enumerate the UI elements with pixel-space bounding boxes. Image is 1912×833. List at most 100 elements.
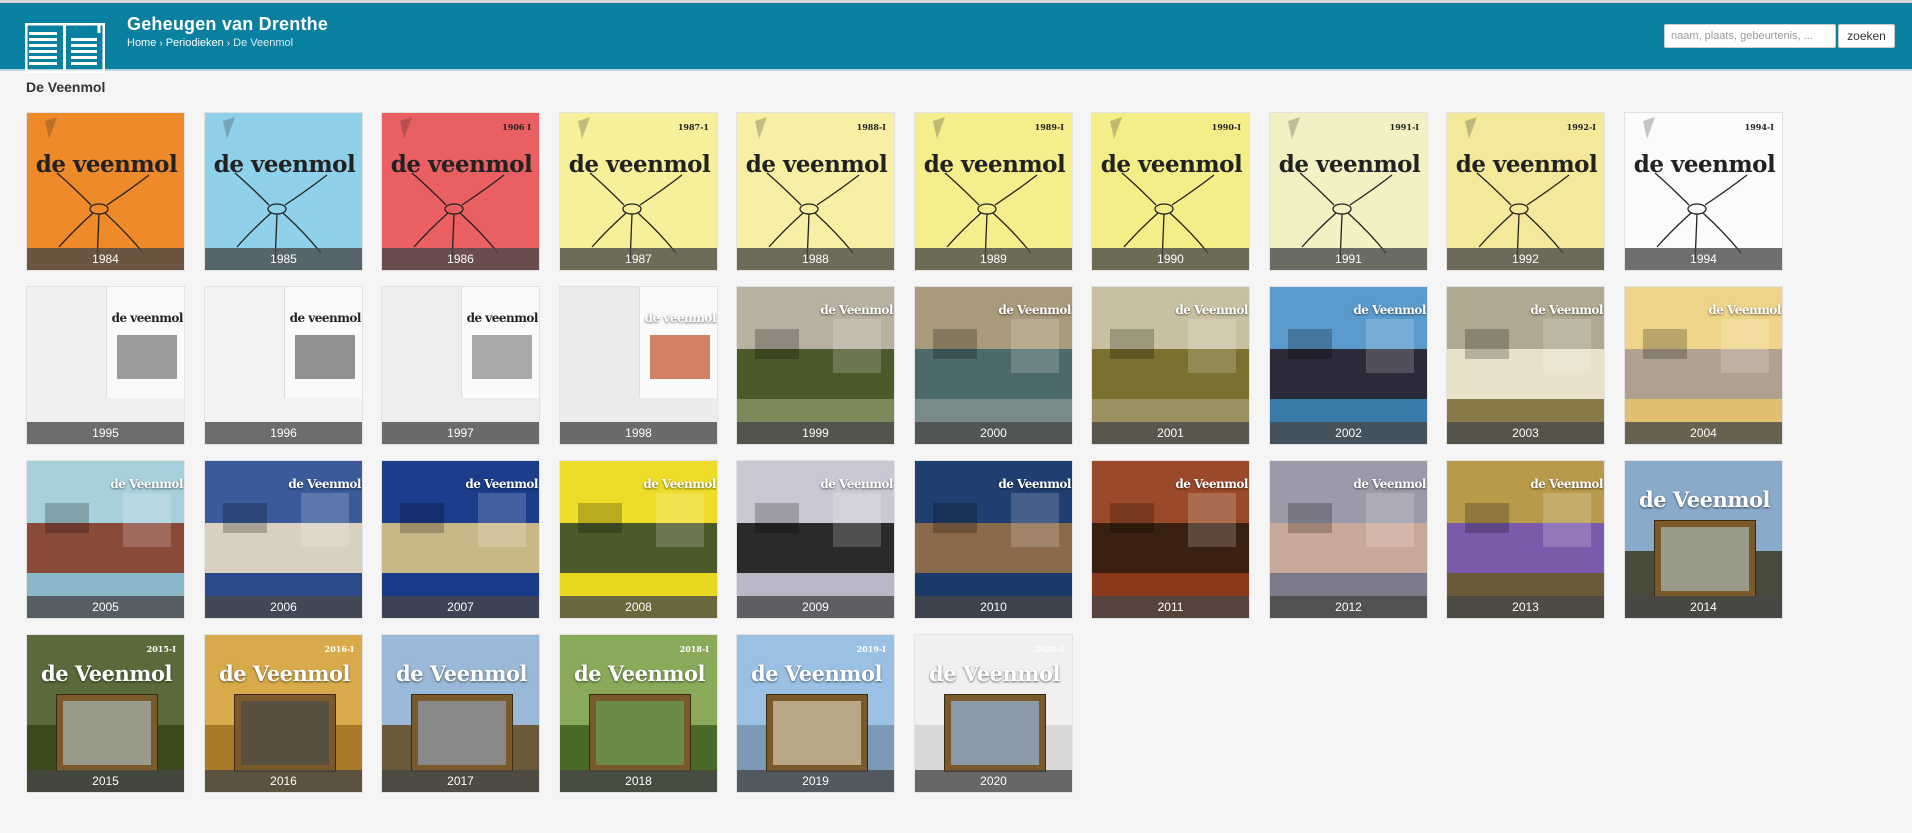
issue-tile[interactable]: de Veenmol 2018-I 2018 [559, 634, 718, 793]
issue-year-label: 1998 [560, 422, 717, 444]
cover-issue-number: 2015-I [146, 644, 176, 654]
periodical-logo-icon[interactable] [25, 23, 105, 73]
issue-tile[interactable]: de Veenmol 2016-I 2016 [204, 634, 363, 793]
cover-title: de veenmol [644, 311, 717, 325]
cover-image [27, 635, 184, 792]
issue-year-label: 1999 [737, 422, 894, 444]
search-input[interactable] [1664, 24, 1836, 48]
cover-issue-number: 1987-1 [677, 122, 709, 132]
issue-tile[interactable]: de Veenmol 2013 [1446, 460, 1605, 619]
site-header: Geheugen van Drenthe Home › Periodieken › De… [0, 3, 1912, 73]
issue-tile[interactable]: de veenmol 1995 [26, 286, 185, 445]
issue-tile[interactable]: de Veenmol 2015-I 2015 [26, 634, 185, 793]
cover-title: de veenmol [745, 151, 888, 178]
issue-tile[interactable]: de Veenmol 2000 [914, 286, 1073, 445]
cover-title: de Veenmol [1175, 303, 1248, 317]
cover-title: de Veenmol [1353, 477, 1426, 491]
issue-year-label: 2007 [382, 596, 539, 618]
issue-tile[interactable]: de veenmol 1998 [559, 286, 718, 445]
issue-year-label: 1994 [1625, 248, 1782, 270]
cover-title: de Veenmol [751, 661, 882, 686]
cover-image [27, 113, 184, 270]
issue-tile[interactable]: de Veenmol 2007 [381, 460, 540, 619]
issue-tile[interactable]: de veenmol 1992-I 1992 [1446, 112, 1605, 271]
site-title[interactable]: Geheugen van Drenthe [127, 14, 328, 35]
issue-tile[interactable]: de veenmol 1906 I 1986 [381, 112, 540, 271]
issue-tile[interactable]: de veenmol 1985 [204, 112, 363, 271]
cover-title: de veenmol [923, 151, 1066, 178]
issue-tile[interactable]: de veenmol 1994-I 1994 [1624, 112, 1783, 271]
cover-image [1092, 113, 1249, 270]
cover-image [205, 113, 362, 270]
cover-title: de veenmol [1278, 151, 1421, 178]
cover-title: de Veenmol [929, 661, 1060, 686]
issue-tile[interactable]: de Veenmol 2004 [1624, 286, 1783, 445]
search-button[interactable]: zoeken [1838, 24, 1895, 48]
cover-issue-number: 1906 I [502, 122, 531, 132]
cover-title: de Veenmol [465, 477, 538, 491]
cover-title: de Veenmol [288, 477, 361, 491]
issue-tile[interactable]: de Veenmol 2014 [1624, 460, 1783, 619]
issue-tile[interactable]: de veenmol 1989-I 1989 [914, 112, 1073, 271]
cover-title: de veenmol [1100, 151, 1243, 178]
issue-year-label: 1986 [382, 248, 539, 270]
issue-year-label: 2017 [382, 770, 539, 792]
issue-year-label: 2020 [915, 770, 1072, 792]
issue-tile[interactable]: de veenmol 1988-I 1988 [736, 112, 895, 271]
cover-issue-number: 1990-I [1211, 122, 1241, 132]
cover-title: de Veenmol [396, 661, 527, 686]
issue-tile[interactable]: de veenmol 1984 [26, 112, 185, 271]
breadcrumb: Home › Periodieken › De Veenmol [127, 37, 293, 49]
issue-tile[interactable]: de Veenmol 2001 [1091, 286, 1250, 445]
issue-year-label: 2016 [205, 770, 362, 792]
breadcrumb-separator-icon: › [159, 38, 163, 49]
breadcrumb-current: De Veenmol [233, 37, 294, 49]
cover-title: de Veenmol [643, 477, 716, 491]
cover-image [915, 635, 1072, 792]
cover-title: de Veenmol [1353, 303, 1426, 317]
issue-tile[interactable]: de Veenmol 1999 [736, 286, 895, 445]
issue-tile[interactable]: de Veenmol 2005 [26, 460, 185, 619]
cover-title: de veenmol [289, 311, 362, 325]
issue-tile[interactable]: de Veenmol 2002 [1269, 286, 1428, 445]
cover-title: de veenmol [111, 311, 184, 325]
issue-tile[interactable]: de Veenmol 2012 [1269, 460, 1428, 619]
cover-title: de veenmol [35, 151, 178, 178]
issue-tile[interactable]: de veenmol 1991-I 1991 [1269, 112, 1428, 271]
issue-tile[interactable]: de Veenmol 2009 [736, 460, 895, 619]
issue-tile[interactable]: de Veenmol 2006 [204, 460, 363, 619]
breadcrumb-periodieken[interactable]: Periodieken [166, 37, 224, 49]
issue-year-label: 2001 [1092, 422, 1249, 444]
issue-tile[interactable]: de Veenmol 2008 [559, 460, 718, 619]
issue-tile[interactable]: de Veenmol 2003 [1446, 286, 1605, 445]
cover-title: de Veenmol [1175, 477, 1248, 491]
issue-tile[interactable]: de veenmol 1990-I 1990 [1091, 112, 1250, 271]
cover-image [737, 113, 894, 270]
issue-year-label: 1985 [205, 248, 362, 270]
breadcrumb-home[interactable]: Home [127, 37, 156, 49]
issue-tile[interactable]: de Veenmol 2010 [914, 460, 1073, 619]
issue-tile[interactable]: de Veenmol 2011 [1091, 460, 1250, 619]
issue-year-label: 2013 [1447, 596, 1604, 618]
issue-year-label: 1984 [27, 248, 184, 270]
cover-title: de veenmol [1633, 151, 1776, 178]
cover-title: de Veenmol [41, 661, 172, 686]
cover-image [560, 635, 717, 792]
cover-title: de Veenmol [998, 303, 1071, 317]
issue-tile[interactable]: de veenmol 1997 [381, 286, 540, 445]
issue-tile[interactable]: de veenmol 1987-1 1987 [559, 112, 718, 271]
cover-title: de veenmol [466, 311, 539, 325]
cover-title: de Veenmol [998, 477, 1071, 491]
cover-image [1447, 113, 1604, 270]
issue-tile[interactable]: de Veenmol 2017 [381, 634, 540, 793]
issue-tile[interactable]: de Veenmol 2019-I 2019 [736, 634, 895, 793]
breadcrumb-separator-icon: › [226, 38, 231, 49]
cover-image [382, 635, 539, 792]
issue-year-label: 2002 [1270, 422, 1427, 444]
issue-year-label: 2004 [1625, 422, 1782, 444]
issue-year-label: 2011 [1092, 596, 1249, 618]
issue-year-label: 1987 [560, 248, 717, 270]
issue-tile[interactable]: de Veenmol 2020-I 2020 [914, 634, 1073, 793]
issue-tile[interactable]: de veenmol 1996 [204, 286, 363, 445]
cover-issue-number: 1991-I [1389, 122, 1419, 132]
